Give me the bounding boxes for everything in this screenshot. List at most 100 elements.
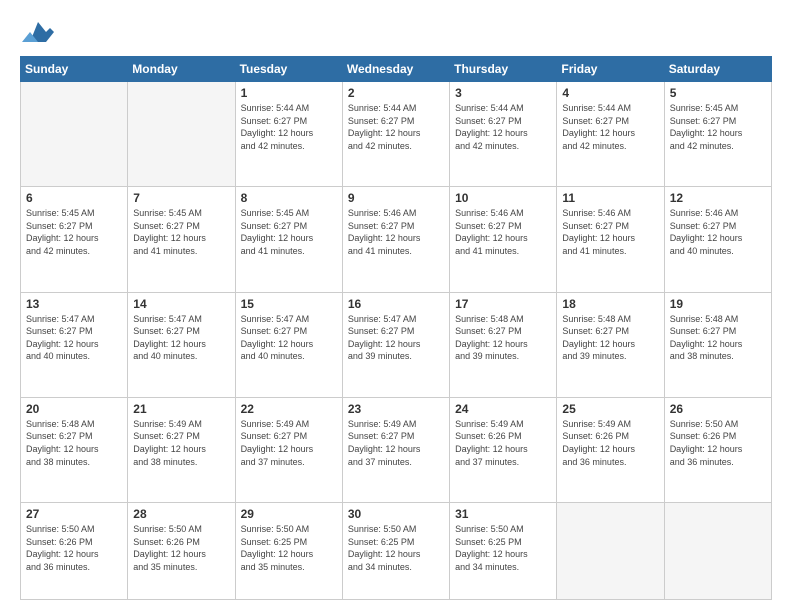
day-number: 28 [133,507,229,521]
weekday-header-tuesday: Tuesday [235,57,342,82]
day-number: 22 [241,402,337,416]
day-number: 15 [241,297,337,311]
calendar-cell: 23 Sunrise: 5:49 AM Sunset: 6:27 PM Dayli… [342,397,449,502]
week-row-4: 27 Sunrise: 5:50 AM Sunset: 6:26 PM Dayli… [21,503,772,600]
calendar-cell: 7 Sunrise: 5:45 AM Sunset: 6:27 PM Daylig… [128,187,235,292]
day-info: Sunrise: 5:44 AM Sunset: 6:27 PM Dayligh… [455,102,551,152]
day-info: Sunrise: 5:50 AM Sunset: 6:25 PM Dayligh… [241,523,337,573]
calendar-cell: 11 Sunrise: 5:46 AM Sunset: 6:27 PM Dayli… [557,187,664,292]
day-number: 4 [562,86,658,100]
weekday-header-sunday: Sunday [21,57,128,82]
day-info: Sunrise: 5:50 AM Sunset: 6:25 PM Dayligh… [455,523,551,573]
calendar-cell [664,503,771,600]
day-number: 18 [562,297,658,311]
day-info: Sunrise: 5:44 AM Sunset: 6:27 PM Dayligh… [241,102,337,152]
weekday-header-saturday: Saturday [664,57,771,82]
calendar-cell [21,82,128,187]
weekday-header-row: SundayMondayTuesdayWednesdayThursdayFrid… [21,57,772,82]
calendar-cell: 26 Sunrise: 5:50 AM Sunset: 6:26 PM Dayli… [664,397,771,502]
day-info: Sunrise: 5:48 AM Sunset: 6:27 PM Dayligh… [26,418,122,468]
logo-icon [22,18,54,46]
week-row-1: 6 Sunrise: 5:45 AM Sunset: 6:27 PM Daylig… [21,187,772,292]
day-number: 12 [670,191,766,205]
day-number: 3 [455,86,551,100]
day-info: Sunrise: 5:50 AM Sunset: 6:26 PM Dayligh… [670,418,766,468]
weekday-header-monday: Monday [128,57,235,82]
calendar-cell: 31Sunrise: 5:50 AM Sunset: 6:25 PM Dayli… [450,503,557,600]
week-row-3: 20 Sunrise: 5:48 AM Sunset: 6:27 PM Dayli… [21,397,772,502]
weekday-header-friday: Friday [557,57,664,82]
day-info: Sunrise: 5:49 AM Sunset: 6:27 PM Dayligh… [133,418,229,468]
day-info: Sunrise: 5:47 AM Sunset: 6:27 PM Dayligh… [26,313,122,363]
week-row-2: 13 Sunrise: 5:47 AM Sunset: 6:27 PM Dayli… [21,292,772,397]
calendar: SundayMondayTuesdayWednesdayThursdayFrid… [20,56,772,600]
calendar-cell: 5 Sunrise: 5:45 AM Sunset: 6:27 PM Daylig… [664,82,771,187]
day-number: 7 [133,191,229,205]
calendar-cell: 19 Sunrise: 5:48 AM Sunset: 6:27 PM Dayli… [664,292,771,397]
day-info: Sunrise: 5:49 AM Sunset: 6:26 PM Dayligh… [562,418,658,468]
calendar-cell: 21 Sunrise: 5:49 AM Sunset: 6:27 PM Dayli… [128,397,235,502]
day-info: Sunrise: 5:45 AM Sunset: 6:27 PM Dayligh… [670,102,766,152]
day-number: 27 [26,507,122,521]
calendar-cell: 20 Sunrise: 5:48 AM Sunset: 6:27 PM Dayli… [21,397,128,502]
page: SundayMondayTuesdayWednesdayThursdayFrid… [0,0,792,612]
day-info: Sunrise: 5:45 AM Sunset: 6:27 PM Dayligh… [241,207,337,257]
calendar-cell: 25Sunrise: 5:49 AM Sunset: 6:26 PM Dayli… [557,397,664,502]
day-number: 30 [348,507,444,521]
day-number: 19 [670,297,766,311]
day-info: Sunrise: 5:44 AM Sunset: 6:27 PM Dayligh… [348,102,444,152]
calendar-cell: 27 Sunrise: 5:50 AM Sunset: 6:26 PM Dayli… [21,503,128,600]
calendar-cell: 12 Sunrise: 5:46 AM Sunset: 6:27 PM Dayli… [664,187,771,292]
calendar-cell: 28 Sunrise: 5:50 AM Sunset: 6:26 PM Dayli… [128,503,235,600]
day-info: Sunrise: 5:45 AM Sunset: 6:27 PM Dayligh… [26,207,122,257]
day-number: 9 [348,191,444,205]
calendar-cell: 17 Sunrise: 5:48 AM Sunset: 6:27 PM Dayli… [450,292,557,397]
day-info: Sunrise: 5:46 AM Sunset: 6:27 PM Dayligh… [562,207,658,257]
day-number: 16 [348,297,444,311]
day-number: 8 [241,191,337,205]
day-info: Sunrise: 5:47 AM Sunset: 6:27 PM Dayligh… [241,313,337,363]
day-number: 21 [133,402,229,416]
day-info: Sunrise: 5:44 AM Sunset: 6:27 PM Dayligh… [562,102,658,152]
day-info: Sunrise: 5:46 AM Sunset: 6:27 PM Dayligh… [670,207,766,257]
weekday-header-wednesday: Wednesday [342,57,449,82]
day-info: Sunrise: 5:49 AM Sunset: 6:27 PM Dayligh… [348,418,444,468]
calendar-cell: 4 Sunrise: 5:44 AM Sunset: 6:27 PM Daylig… [557,82,664,187]
day-info: Sunrise: 5:50 AM Sunset: 6:26 PM Dayligh… [26,523,122,573]
calendar-cell [128,82,235,187]
calendar-cell: 3 Sunrise: 5:44 AM Sunset: 6:27 PM Daylig… [450,82,557,187]
calendar-cell: 13 Sunrise: 5:47 AM Sunset: 6:27 PM Dayli… [21,292,128,397]
day-number: 23 [348,402,444,416]
day-number: 11 [562,191,658,205]
calendar-cell: 30Sunrise: 5:50 AM Sunset: 6:25 PM Dayli… [342,503,449,600]
calendar-cell: 6 Sunrise: 5:45 AM Sunset: 6:27 PM Daylig… [21,187,128,292]
weekday-header-thursday: Thursday [450,57,557,82]
calendar-cell: 14Sunrise: 5:47 AM Sunset: 6:27 PM Dayli… [128,292,235,397]
calendar-cell: 29Sunrise: 5:50 AM Sunset: 6:25 PM Dayli… [235,503,342,600]
day-number: 5 [670,86,766,100]
day-info: Sunrise: 5:48 AM Sunset: 6:27 PM Dayligh… [455,313,551,363]
calendar-cell [557,503,664,600]
day-info: Sunrise: 5:50 AM Sunset: 6:26 PM Dayligh… [133,523,229,573]
day-number: 24 [455,402,551,416]
calendar-cell: 16Sunrise: 5:47 AM Sunset: 6:27 PM Dayli… [342,292,449,397]
day-info: Sunrise: 5:48 AM Sunset: 6:27 PM Dayligh… [670,313,766,363]
calendar-cell: 8 Sunrise: 5:45 AM Sunset: 6:27 PM Daylig… [235,187,342,292]
day-number: 26 [670,402,766,416]
calendar-cell: 2 Sunrise: 5:44 AM Sunset: 6:27 PM Daylig… [342,82,449,187]
day-number: 10 [455,191,551,205]
calendar-cell: 22Sunrise: 5:49 AM Sunset: 6:27 PM Dayli… [235,397,342,502]
day-number: 6 [26,191,122,205]
day-number: 20 [26,402,122,416]
day-number: 17 [455,297,551,311]
day-number: 2 [348,86,444,100]
logo [20,18,54,46]
week-row-0: 1Sunrise: 5:44 AM Sunset: 6:27 PM Daylig… [21,82,772,187]
calendar-cell: 10 Sunrise: 5:46 AM Sunset: 6:27 PM Dayli… [450,187,557,292]
day-info: Sunrise: 5:49 AM Sunset: 6:26 PM Dayligh… [455,418,551,468]
day-number: 13 [26,297,122,311]
day-info: Sunrise: 5:46 AM Sunset: 6:27 PM Dayligh… [455,207,551,257]
calendar-cell: 18Sunrise: 5:48 AM Sunset: 6:27 PM Dayli… [557,292,664,397]
header [20,18,772,46]
day-info: Sunrise: 5:45 AM Sunset: 6:27 PM Dayligh… [133,207,229,257]
